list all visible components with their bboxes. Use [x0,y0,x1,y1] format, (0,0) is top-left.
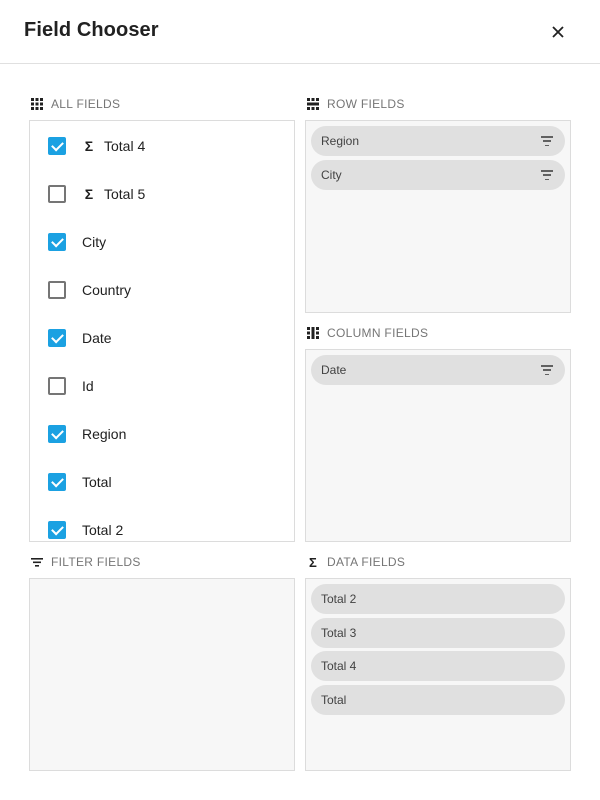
filter-icon[interactable] [541,365,553,375]
section-title: ROW FIELDS [327,97,405,111]
data-fields-label: Σ DATA FIELDS [307,554,405,570]
field-label: Date [82,330,112,346]
filter-icon[interactable] [541,136,553,146]
row-field-chip[interactable]: Region [311,126,565,156]
data-field-chip[interactable]: Total 2 [311,584,565,614]
checkbox[interactable] [48,377,66,395]
sigma-icon: Σ [308,554,318,570]
close-icon[interactable] [552,26,564,38]
list-item[interactable]: Σ Total 4 [48,134,145,158]
row-field-chip[interactable]: City [311,160,565,190]
sigma-icon: Σ [84,138,94,154]
field-label: Region [82,426,127,442]
list-item[interactable]: Σ Total 5 [48,182,145,206]
field-label: Total 4 [104,138,146,154]
field-label: Id [82,378,94,394]
list-item[interactable]: Date [48,326,112,350]
close-button[interactable] [546,20,570,44]
chip-label: Total 3 [321,626,357,640]
column-fields-label: COLUMN FIELDS [307,325,428,341]
column-field-chip[interactable]: Date [311,355,565,385]
chip-label: Total 2 [321,592,357,606]
checkbox[interactable] [48,281,66,299]
dialog-header: Field Chooser [0,0,600,64]
section-title: FILTER FIELDS [51,555,141,569]
field-label: City [82,234,107,250]
field-label: Country [82,282,132,298]
checkbox[interactable] [48,425,66,443]
chip-label: Total [321,693,347,707]
list-item[interactable]: Total [48,470,112,494]
list-item[interactable]: Country [48,278,131,302]
section-title: DATA FIELDS [327,555,406,569]
data-field-chip[interactable]: Total 3 [311,618,565,648]
grid-icon [31,98,43,110]
chip-label: Total 4 [321,659,357,673]
data-fields-area[interactable]: Total 2 Total 3 Total 4 Total [305,578,571,771]
data-field-chip[interactable]: Total [311,685,565,715]
filter-icon[interactable] [541,170,553,180]
filter-icon [31,556,43,568]
sigma-icon: Σ [84,186,94,202]
rows-icon [307,98,319,110]
columns-icon [307,327,319,339]
list-item[interactable]: Total 2 [48,518,124,541]
field-label: Total 2 [82,522,124,538]
dialog-title: Field Chooser [24,19,159,41]
chip-label: City [321,168,342,182]
filter-fields-label: FILTER FIELDS [31,554,141,570]
data-field-chip[interactable]: Total 4 [311,651,565,681]
checkbox[interactable] [48,137,66,155]
field-label: Total [82,474,112,490]
all-fields-label: ALL FIELDS [31,96,120,112]
list-item[interactable]: Id [48,374,94,398]
list-item[interactable]: City [48,230,106,254]
checkbox[interactable] [48,521,66,539]
filter-fields-area[interactable] [29,578,295,771]
row-fields-label: ROW FIELDS [307,96,405,112]
section-title: ALL FIELDS [51,97,121,111]
section-title: COLUMN FIELDS [327,326,429,340]
checkbox[interactable] [48,185,66,203]
column-fields-area[interactable]: Date [305,349,571,542]
checkbox[interactable] [48,233,66,251]
field-label: Total 5 [104,186,146,202]
row-fields-area[interactable]: Region City [305,120,571,313]
all-fields-list[interactable]: Σ Total 4 Σ Total 5 City Country Date Id… [29,120,295,542]
checkbox[interactable] [48,473,66,491]
list-item[interactable]: Region [48,422,126,446]
chip-label: Date [321,363,347,377]
chip-label: Region [321,134,360,148]
checkbox[interactable] [48,329,66,347]
